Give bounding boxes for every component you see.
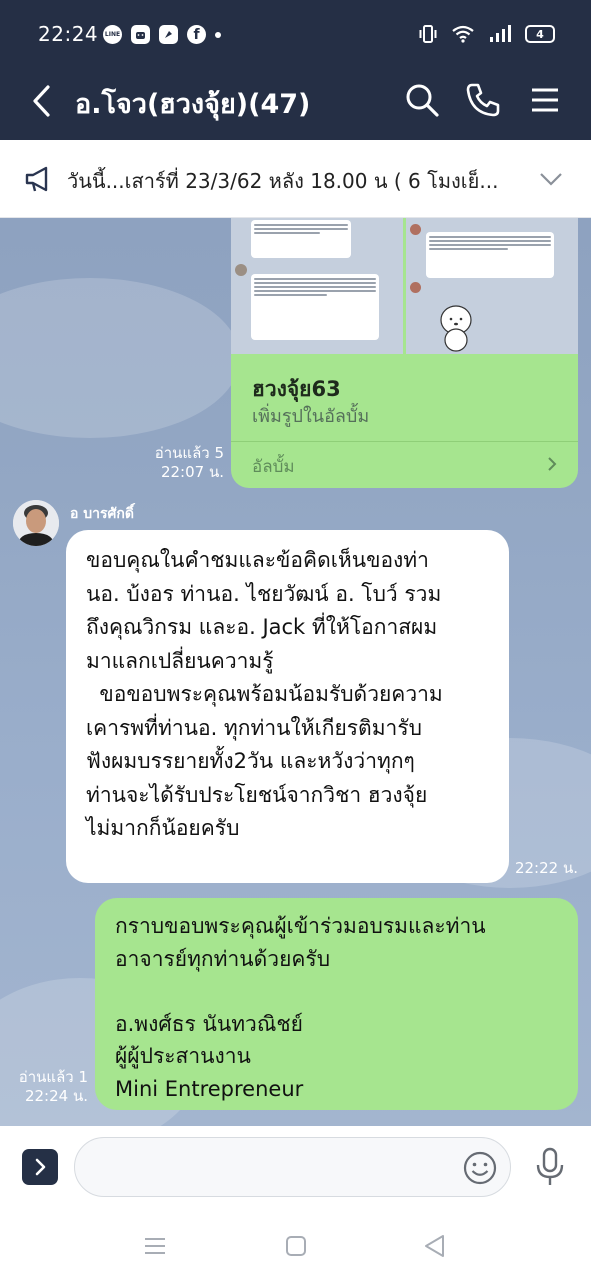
message-input[interactable] [74, 1137, 511, 1197]
sender-name: อ บารศักดิ์ [70, 506, 135, 522]
album-link-label[interactable]: อัลบั้ม [252, 453, 295, 480]
status-time: 22:24 [38, 22, 99, 46]
message-time: 22:07 น. [160, 463, 224, 481]
megaphone-icon [25, 166, 48, 192]
home-button[interactable] [282, 1232, 310, 1260]
album-meta: อ่านแล้ว 5 22:07 น. [140, 444, 224, 482]
status-bar: 22:24 LINE f 4 [0, 0, 591, 62]
divider [231, 441, 578, 442]
read-status: อ่านแล้ว 5 [154, 444, 224, 462]
facebook-icon: f [187, 25, 206, 44]
album-photo[interactable] [231, 218, 403, 354]
system-navigation-bar [0, 1212, 591, 1280]
notification-icons: LINE f [103, 25, 221, 44]
avatar[interactable] [13, 500, 59, 546]
message-time: 22:22 น. [514, 859, 578, 877]
microphone-button[interactable] [532, 1146, 568, 1188]
wifi-icon [452, 25, 474, 43]
signal-icon [490, 25, 511, 42]
chevron-down-icon[interactable] [538, 166, 564, 192]
announcement-text: วันนี้...เสาร์ที่ 23/3/62 หลัง 18.00 น (… [67, 169, 499, 193]
message-text: กราบขอบพระคุณผู้เข้าร่วมอบรมและท่าน อาจา… [115, 914, 486, 1101]
android-app-icon [131, 25, 150, 44]
outgoing-message-bubble[interactable]: กราบขอบพระคุณผู้เข้าร่วมอบรมและท่าน อาจา… [95, 898, 578, 1110]
menu-button[interactable] [525, 80, 565, 120]
message-text: ขอบคุณในคำชมและข้อคิดเห็นของท่า นอ. บ้งอ… [86, 548, 443, 840]
emoji-button[interactable] [462, 1150, 498, 1186]
album-photo[interactable] [406, 218, 578, 354]
album-thumbnails[interactable] [231, 218, 578, 354]
chevron-right-icon[interactable] [544, 456, 560, 472]
message-time: 22:24 น. [24, 1087, 88, 1105]
line-icon: LINE [103, 25, 122, 44]
incoming-message-bubble[interactable]: ขอบคุณในคำชมและข้อคิดเห็นของท่า นอ. บ้งอ… [66, 530, 509, 883]
recent-apps-button[interactable] [141, 1232, 169, 1260]
more-notifications-icon [215, 31, 221, 38]
read-status: อ่านแล้ว 1 [18, 1068, 88, 1086]
album-subtitle: เพิ่มรูปในอัลบั้ม [252, 406, 370, 427]
vibrate-icon [419, 25, 437, 43]
expand-menu-button[interactable] [22, 1149, 58, 1185]
system-indicators: 4 [419, 24, 555, 44]
search-button[interactable] [402, 80, 442, 120]
chat-area[interactable]: ฮวงจุ้ย63 เพิ่มรูปในอัลบั้ม อัลบั้ม อ่าน… [0, 218, 591, 1126]
chat-header: อ.โจว(ฮวงจุ้ย)(47) [0, 62, 591, 140]
message-input-bar [0, 1126, 591, 1212]
chevron-right-icon [35, 1158, 46, 1176]
chat-title: อ.โจว(ฮวงจุ้ย)(47) [75, 89, 311, 120]
background-cloud [0, 278, 240, 438]
outgoing-meta: อ่านแล้ว 1 22:24 น. [8, 1068, 88, 1106]
back-button[interactable] [26, 82, 60, 120]
announcement-bar[interactable]: วันนี้...เสาร์ที่ 23/3/62 หลัง 18.00 น (… [0, 140, 591, 218]
pinterest-like-icon [159, 25, 178, 44]
back-nav-button[interactable] [421, 1232, 449, 1260]
battery-icon: 4 [525, 25, 555, 43]
call-button[interactable] [463, 80, 503, 120]
album-message[interactable]: ฮวงจุ้ย63 เพิ่มรูปในอัลบั้ม อัลบั้ม [231, 218, 578, 488]
